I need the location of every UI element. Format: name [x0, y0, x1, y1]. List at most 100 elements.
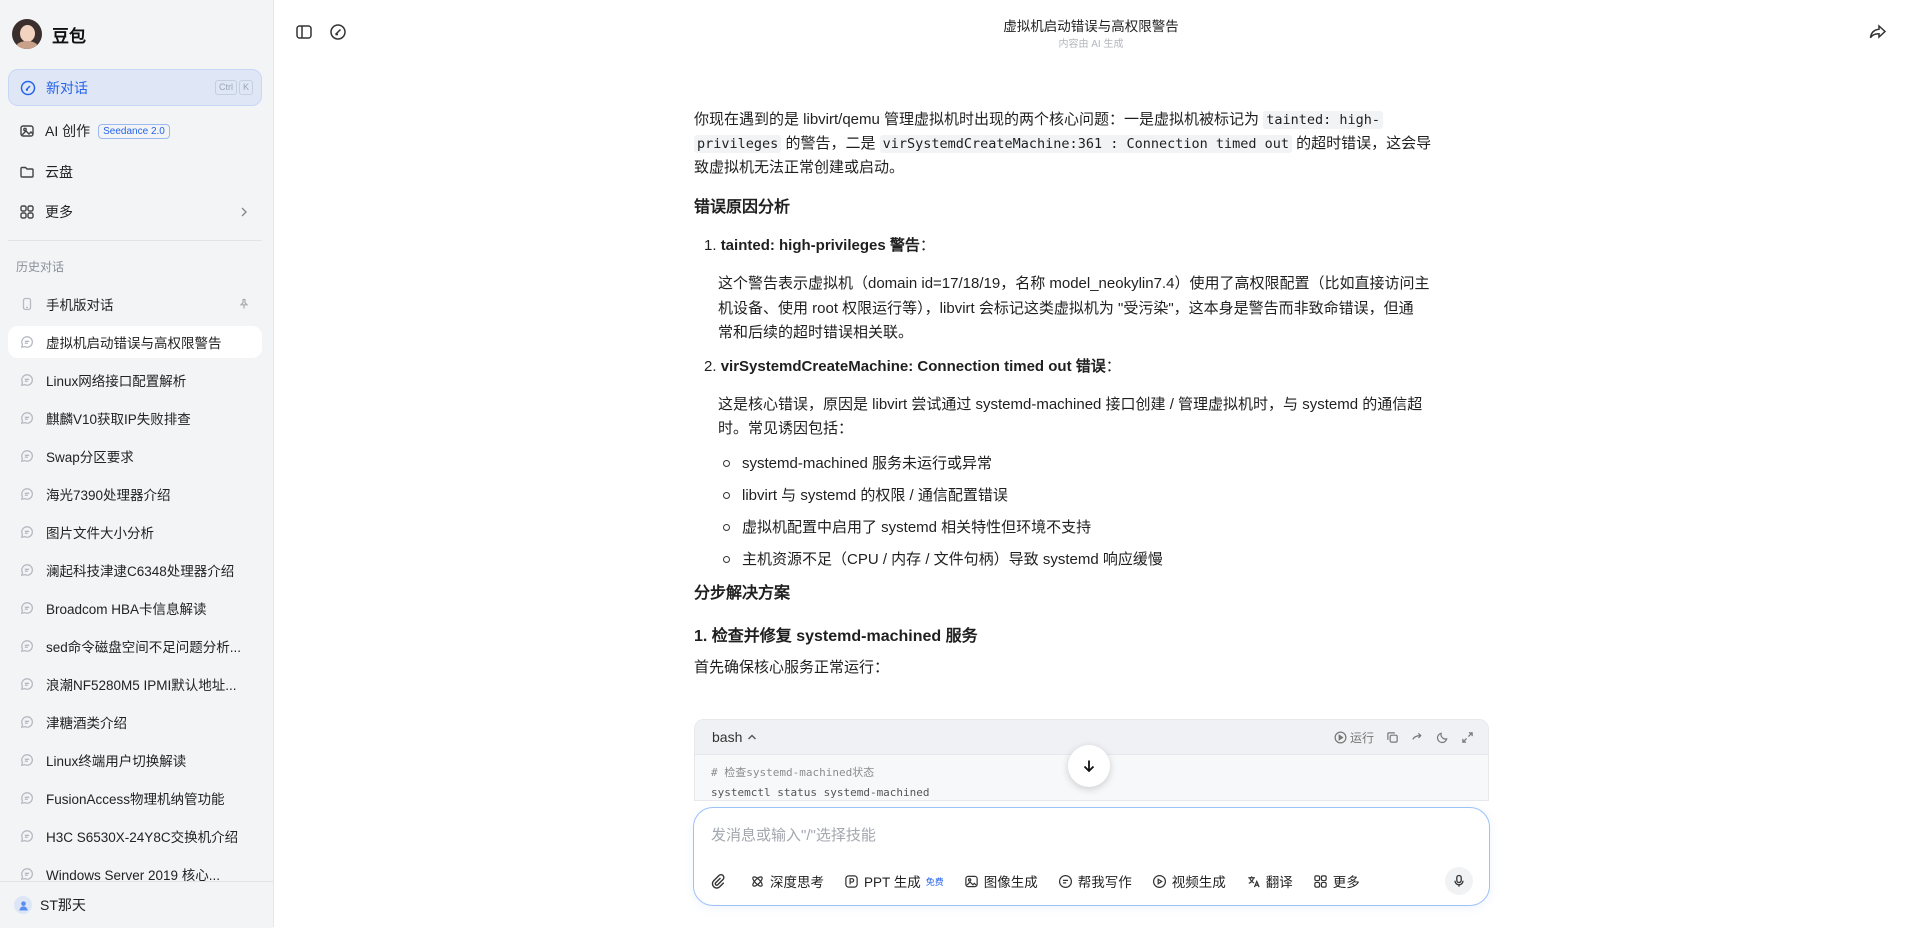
chat-bubble-icon	[20, 716, 33, 729]
composer-toolbar: 深度思考 PPT 生成 免费 图像生成 帮我写作 视频生成 翻译 更多	[710, 867, 1473, 895]
history-item[interactable]: Swap分区要求	[8, 440, 262, 472]
history-item[interactable]: 图片文件大小分析	[8, 516, 262, 548]
inline-code-tainted-a: tainted: high-	[1263, 111, 1383, 129]
error-item-2: 2. virSystemdCreateMachine: Connection t…	[704, 355, 1490, 379]
chat-bubble-icon	[20, 640, 33, 653]
chat-bubble-icon	[20, 526, 33, 539]
tool-video-gen[interactable]: 视频生成	[1152, 871, 1226, 891]
item1-description: 这个警告表示虚拟机（domain id=17/18/19，名称 model_ne…	[718, 272, 1490, 346]
conversation-title[interactable]: 虚拟机启动错误与高权限警告	[274, 15, 1908, 35]
item2-line-1: 这是核心错误，原因是 libvirt 尝试通过 systemd-machined…	[718, 395, 1423, 413]
bullet-dot	[723, 524, 730, 531]
cause-list-item: 虚拟机配置中启用了 systemd 相关特性但环境不支持	[718, 512, 1490, 544]
chat-bubble-icon	[20, 564, 33, 577]
history-item[interactable]: Broadcom HBA卡信息解读	[8, 592, 262, 624]
microphone-icon	[1454, 874, 1464, 887]
cause-list-item: 主机资源不足（CPU / 内存 / 文件句柄）导致 systemd 响应缓慢	[718, 544, 1490, 576]
history-item[interactable]: 浪潮NF5280M5 IPMI默认地址...	[8, 668, 262, 700]
item2-title: virSystemdCreateMachine: Connection time…	[720, 357, 1106, 375]
new-chat-button[interactable]: 新对话 Ctrl K	[8, 69, 262, 106]
brand[interactable]: 豆包	[12, 16, 86, 52]
pin-icon[interactable]	[238, 298, 250, 310]
history-item-label: 津糖酒类介绍	[46, 716, 127, 731]
chat-bubble-icon	[20, 412, 33, 425]
nav-ai-create-label: AI 创作	[45, 123, 91, 139]
user-name: ST那天	[40, 897, 86, 913]
user-profile[interactable]: ST那天	[0, 881, 273, 928]
shortcut-key-ctrl: Ctrl	[214, 80, 237, 95]
history-item[interactable]: 虚拟机启动错误与高权限警告	[8, 326, 262, 358]
tool-more[interactable]: 更多	[1313, 871, 1360, 891]
shortcut-key-k: K	[238, 80, 253, 95]
history-item[interactable]: 海光7390处理器介绍	[8, 478, 262, 510]
history-item[interactable]: 澜起科技津逮C6348处理器介绍	[8, 554, 262, 586]
tool-writing[interactable]: 帮我写作	[1058, 871, 1132, 891]
avatar	[12, 19, 42, 49]
translate-icon	[1248, 875, 1260, 887]
item1-line-2: 机设备、使用 root 权限运行等），libvirt 会标记这类虚拟机为 "受污…	[718, 299, 1414, 317]
redirect-icon[interactable]	[1411, 731, 1424, 744]
cause-list: systemd-machined 服务未运行或异常 libvirt 与 syste…	[718, 448, 1490, 576]
item1-colon: ：	[919, 237, 935, 254]
shortcut-hint: Ctrl K	[214, 80, 253, 95]
scroll-to-bottom-button[interactable]	[1068, 745, 1110, 787]
history-item-label: 麒麟V10获取IP失败排查	[46, 412, 191, 427]
history-item[interactable]: sed命令磁盘空间不足问题分析...	[8, 630, 262, 662]
new-chat-icon	[20, 80, 36, 95]
voice-input-button[interactable]	[1445, 867, 1473, 895]
intro-text-d: 致虚拟机无法正常创建或启动。	[694, 159, 905, 176]
history-item-label: FusionAccess物理机纳管功能	[46, 792, 225, 807]
item2-line-2: 时。常见诱因包括：	[718, 420, 854, 437]
tool-translate[interactable]: 翻译	[1246, 871, 1293, 891]
history-item[interactable]: H3C S6530X-24Y8C交换机介绍	[8, 820, 262, 852]
tool-ppt[interactable]: PPT 生成 免费	[844, 871, 944, 891]
heading-error-analysis: 错误原因分析	[694, 199, 791, 216]
cause-list-item: libvirt 与 systemd 的权限 / 通信配置错误	[718, 480, 1490, 512]
chat-bubble-icon	[20, 830, 33, 843]
intro-paragraph: 你现在遇到的是 libvirt/qemu 管理虚拟机时出现的两个核心问题：一是虚…	[694, 108, 1490, 180]
message-composer[interactable]: 发消息或输入"/"选择技能 深度思考 PPT 生成 免费 图像生成 帮我写作 视…	[693, 807, 1490, 906]
chat-bubble-icon	[20, 374, 33, 387]
chat-bubble-icon	[20, 792, 33, 805]
history-item[interactable]: FusionAccess物理机纳管功能	[8, 782, 262, 814]
message-input[interactable]: 发消息或输入"/"选择技能	[711, 824, 876, 845]
item1-line-1: 这个警告表示虚拟机（domain id=17/18/19，名称 model_ne…	[718, 275, 1430, 292]
history-item[interactable]: Linux终端用户切换解读	[8, 744, 262, 776]
image-gen-icon	[965, 875, 978, 887]
run-button[interactable]: 运行	[1334, 729, 1374, 746]
expand-icon[interactable]	[1461, 731, 1474, 744]
video-gen-icon	[1152, 874, 1166, 888]
intro-text-c: 的超时错误，这会导	[1292, 135, 1432, 152]
tool-image-gen[interactable]: 图像生成	[964, 871, 1038, 891]
tool-deep-thinking[interactable]: 深度思考	[750, 871, 824, 891]
image-icon	[20, 125, 34, 137]
copy-icon[interactable]	[1386, 731, 1399, 744]
inline-code-connection-timeout: virSystemdCreateMachine:361 : Connection…	[879, 135, 1293, 153]
history-item[interactable]: 麒麟V10获取IP失败排查	[8, 402, 262, 434]
tool-ppt-label: PPT 生成	[864, 875, 921, 890]
history-item-label: H3C S6530X-24Y8C交换机介绍	[46, 830, 239, 845]
nav-more[interactable]: 更多	[8, 195, 262, 229]
history-item[interactable]: 手机版对话	[8, 288, 262, 320]
item2-colon: ：	[1105, 357, 1121, 375]
history-item-label: Broadcom HBA卡信息解读	[46, 602, 207, 617]
conversation-header: 虚拟机启动错误与高权限警告 内容由 AI 生成	[274, 0, 1908, 55]
code-language[interactable]: bash	[712, 729, 742, 745]
chat-bubble-icon	[20, 678, 33, 691]
tool-translate-label: 翻译	[1265, 875, 1293, 890]
item1-title: tainted: high-privileges 警告	[720, 237, 920, 254]
tool-deep-thinking-label: 深度思考	[770, 875, 824, 890]
chevron-up-icon[interactable]	[746, 731, 758, 743]
deep-thinking-icon	[752, 875, 763, 887]
step1-description: 首先确保核心服务正常运行：	[694, 658, 890, 676]
cause-text: 主机资源不足（CPU / 内存 / 文件句柄）导致 systemd 响应缓慢	[742, 550, 1163, 568]
nav-cloud-drive[interactable]: 云盘	[8, 155, 262, 189]
writing-icon	[1058, 874, 1072, 888]
history-item[interactable]: Linux网络接口配置解析	[8, 364, 262, 396]
theme-toggle-icon[interactable]	[1436, 731, 1449, 744]
nav-ai-create[interactable]: AI 创作 Seedance 2.0	[8, 114, 262, 148]
history-item[interactable]: 津糖酒类介绍	[8, 706, 262, 738]
cause-list-item: systemd-machined 服务未运行或异常	[718, 448, 1490, 480]
share-icon[interactable]	[1868, 22, 1888, 42]
attachment-icon[interactable]	[710, 873, 726, 889]
